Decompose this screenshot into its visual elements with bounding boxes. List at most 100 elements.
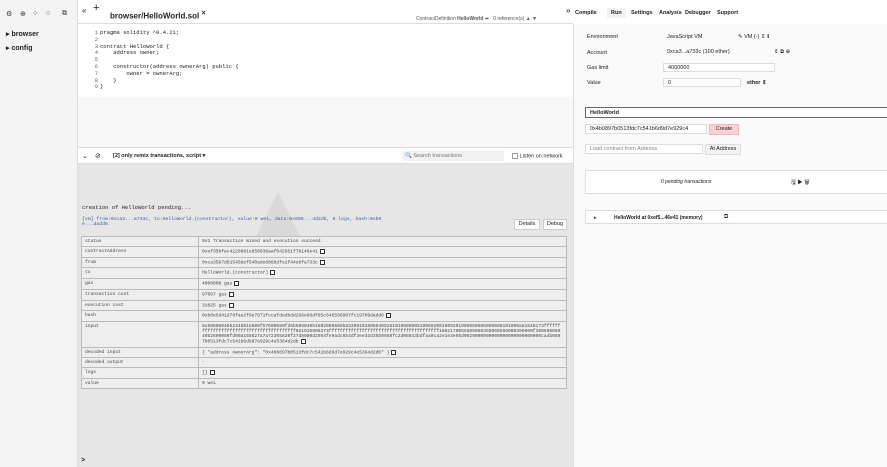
listen-checkbox[interactable]: Listen on network bbox=[512, 153, 563, 159]
tab-settings[interactable]: Settings bbox=[631, 10, 653, 16]
tab-debugger[interactable]: Debugger bbox=[685, 10, 711, 16]
copy-icon[interactable]: ⧉ bbox=[780, 49, 784, 55]
copy-icon[interactable] bbox=[300, 339, 306, 345]
creation-message: creation of HelloWorld pending... bbox=[82, 204, 191, 211]
pending-actions: 🖫 ▶ 🗑 bbox=[791, 178, 810, 188]
contract-select[interactable]: HelloWorld bbox=[585, 107, 887, 118]
terminal-prompt[interactable]: > bbox=[81, 457, 85, 465]
goto-icon[interactable]: ➦ bbox=[485, 16, 489, 22]
row-value: - bbox=[198, 357, 567, 369]
create-button[interactable]: Create bbox=[709, 124, 739, 135]
table-row: logs[] bbox=[81, 367, 567, 380]
chevron-down-icon[interactable]: ⌄ bbox=[82, 152, 88, 160]
gear-icon[interactable]: ⚙ bbox=[6, 10, 12, 18]
unit-select[interactable]: ether ⇕ bbox=[747, 80, 767, 86]
pending-tx-label: 0 pending transactions bbox=[661, 179, 712, 185]
new-file-button[interactable]: + bbox=[93, 2, 99, 14]
tree-item-config[interactable]: ▸ config bbox=[6, 44, 32, 52]
code-line[interactable]: address owner; bbox=[100, 49, 159, 56]
up-icon[interactable]: ▲ bbox=[526, 16, 531, 22]
copy-icon[interactable] bbox=[391, 349, 397, 355]
row-value-text: 0xef35bfac4220981e850936aaf042951f7b146e… bbox=[202, 249, 318, 255]
table-row: gas 4000000 gas bbox=[81, 278, 567, 290]
tab-run[interactable]: Run bbox=[607, 8, 626, 18]
tab-compile[interactable]: Compile bbox=[575, 10, 597, 16]
row-value: 0xca35b7d915458ef540ade6068dfe2f44e8fa73… bbox=[198, 256, 567, 269]
table-row: hash 0xb0e5d41d78fae2f9e7871fccafdedbdd29… bbox=[81, 310, 567, 323]
row-key: to bbox=[81, 267, 199, 280]
tabs-prev-button[interactable]: « bbox=[82, 6, 86, 15]
account-actions: ⇕ ⧉ ⊕ bbox=[774, 49, 790, 56]
tx-filter-select[interactable]: [2] only remix transactions, script ▾ bbox=[113, 153, 205, 159]
copy-icon[interactable] bbox=[228, 291, 234, 297]
row-key: input bbox=[81, 321, 199, 348]
row-key: value bbox=[81, 378, 199, 390]
details-button[interactable]: Details bbox=[514, 219, 540, 230]
value-input[interactable]: 0 bbox=[663, 78, 741, 87]
at-address-button[interactable]: At Address bbox=[705, 144, 741, 155]
tx-summary[interactable]: [vm] from:0xca3...a733c, to:HelloWorld.(… bbox=[82, 217, 381, 227]
copy-icon[interactable] bbox=[209, 370, 215, 376]
tab-helloworld[interactable]: browser/HelloWorld.sol × bbox=[110, 10, 206, 21]
clear-icon[interactable]: ⊘ bbox=[95, 152, 101, 160]
file-explorer: ⚙ ⊕ ○ ○ ⧉ ▸ browser ▸ config bbox=[0, 0, 78, 467]
play-icon[interactable]: ▶ bbox=[798, 180, 803, 186]
row-value: 0 wei bbox=[198, 378, 567, 390]
trash-icon[interactable]: 🗑 bbox=[804, 180, 809, 186]
row-value-text: 4000000 gas bbox=[202, 281, 233, 287]
row-key: contractAddress bbox=[81, 246, 199, 258]
swarm-icon[interactable]: ○ bbox=[46, 10, 50, 17]
deployed-instance[interactable]: ▸ HelloWorld at 0xef5...46e41 (memory) ⧉ bbox=[585, 210, 887, 224]
copy-icon[interactable] bbox=[234, 281, 240, 287]
copy-icon[interactable] bbox=[228, 302, 234, 308]
row-key: transaction cost bbox=[81, 288, 199, 301]
row-key: logs bbox=[81, 367, 199, 380]
copy-icon[interactable] bbox=[319, 249, 325, 254]
row-value-text: 0xb0e5d41d78fae2f9e7871fccafdedbdd296e86… bbox=[202, 314, 384, 320]
tab-analysis[interactable]: Analysis bbox=[659, 10, 682, 16]
environment-select[interactable]: JavaScript VM bbox=[663, 33, 721, 42]
tab-support[interactable]: Support bbox=[717, 10, 738, 16]
code-line[interactable]: } bbox=[100, 83, 103, 90]
row-value: HelloWorld.(constructor) bbox=[198, 267, 567, 280]
down-icon[interactable]: ▼ bbox=[532, 16, 537, 22]
tree-item-browser[interactable]: ▸ browser bbox=[6, 30, 39, 38]
row-value-text: 0x1 Transaction mined and execution succ… bbox=[202, 239, 321, 244]
vm-info[interactable]: ✎ VM (-) ⇕ ℹ bbox=[738, 34, 769, 40]
account-select[interactable]: 0xca3...a733c (100 ether) bbox=[663, 48, 761, 57]
select-arrows-icon[interactable]: ⇕ bbox=[774, 49, 779, 55]
load-address-input[interactable]: Load contract from Address bbox=[585, 144, 703, 154]
search-icon: 🔍 bbox=[405, 153, 412, 159]
plus-icon[interactable]: ⊕ bbox=[786, 49, 791, 55]
copy-icon[interactable]: ⧉ bbox=[724, 214, 728, 221]
copy-icon[interactable] bbox=[270, 270, 276, 276]
row-value: 0x1 Transaction mined and execution succ… bbox=[198, 236, 567, 247]
row-value-text: 31025 gas bbox=[202, 303, 227, 309]
constructor-arg-input[interactable]: 0x4b0897b0513fdc7c541b6d9d7e929c4 bbox=[585, 124, 707, 134]
save-icon[interactable]: 🖫 bbox=[791, 180, 796, 186]
debug-button[interactable]: Debug bbox=[543, 219, 567, 230]
copy-icon[interactable] bbox=[319, 259, 325, 265]
code-line[interactable]: pragma solidity ^0.4.21; bbox=[100, 29, 179, 36]
chevron-right-icon[interactable]: ▸ bbox=[594, 215, 597, 221]
row-value: 0xef35bfac4220981e850936aaf042951f7b146e… bbox=[198, 246, 567, 258]
row-value-text: 0x6080604052348015600f57600080fd5b506040… bbox=[202, 324, 561, 345]
close-icon[interactable]: × bbox=[201, 10, 205, 17]
copy-icon[interactable]: ⧉ bbox=[62, 10, 67, 18]
copy-icon[interactable] bbox=[385, 313, 391, 319]
github-icon[interactable]: ○ bbox=[33, 10, 37, 17]
editor-blank-area[interactable] bbox=[78, 97, 573, 147]
tx-details-table: status 0x1 Transaction mined and executio… bbox=[81, 236, 567, 390]
terminal-toolbar: ⌄ ⊘ [2] only remix transactions, script … bbox=[78, 147, 573, 164]
tabs-next-button[interactable]: » bbox=[566, 6, 570, 15]
row-value-text: 0 wei bbox=[202, 381, 216, 387]
plus-icon[interactable]: ⊕ bbox=[20, 10, 26, 18]
row-key: status bbox=[81, 236, 199, 247]
gas-limit-input[interactable]: 4000000 bbox=[663, 63, 775, 72]
table-row: decoded output - bbox=[81, 357, 567, 369]
row-value-text: HelloWorld.(constructor) bbox=[202, 271, 269, 277]
row-value-text: { "address ownerArg": "0x4b0897b0513fdc7… bbox=[202, 350, 390, 356]
table-row: contractAddress 0xef35bfac4220981e850936a… bbox=[81, 246, 567, 258]
row-value-text: 97097 gas bbox=[202, 292, 227, 298]
search-input[interactable]: 🔍 Search transactions bbox=[402, 151, 504, 161]
